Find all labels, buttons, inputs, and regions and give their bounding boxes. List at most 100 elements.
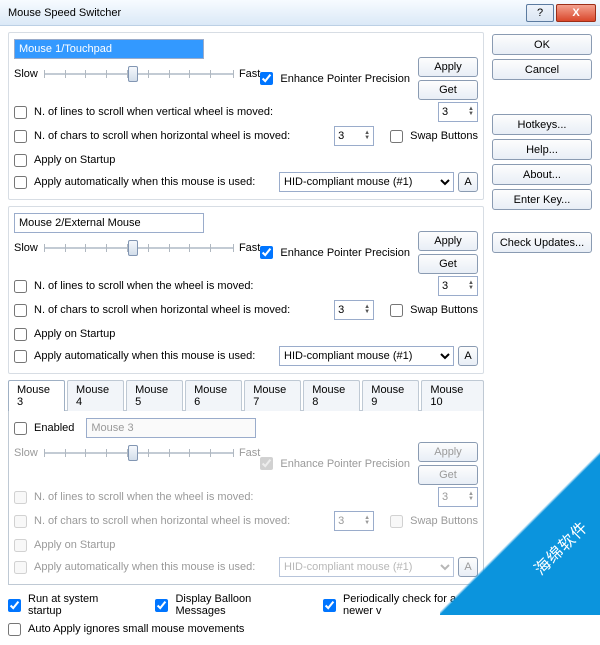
tab-enabled-label: Enabled xyxy=(34,422,74,434)
mouse1-speed-slider[interactable] xyxy=(44,66,233,82)
mouse1-name-input[interactable] xyxy=(14,39,204,59)
cancel-button[interactable]: Cancel xyxy=(492,59,592,80)
periodic-checkbox[interactable] xyxy=(323,599,336,612)
mouse2-name-input[interactable] xyxy=(14,213,204,233)
mouse1-lines-spin[interactable]: 3▲▼ xyxy=(438,102,478,122)
spinner-arrows-icon: ▲▼ xyxy=(468,281,474,291)
tab-name-input[interactable] xyxy=(86,418,256,438)
tab-startup-checkbox xyxy=(14,539,27,552)
tab-mouse5[interactable]: Mouse 5 xyxy=(126,380,183,411)
hotkeys-button[interactable]: Hotkeys... xyxy=(492,114,592,135)
balloon-label: Display Balloon Messages xyxy=(175,593,293,617)
window-title: Mouse Speed Switcher xyxy=(4,7,524,19)
fast-label: Fast xyxy=(239,447,260,459)
mouse2-chars-checkbox[interactable] xyxy=(14,304,27,317)
mouse1-enhance-checkbox[interactable] xyxy=(260,72,273,85)
slow-label: Slow xyxy=(14,447,38,459)
tab-swap-checkbox xyxy=(390,515,403,528)
tab-enabled-checkbox[interactable] xyxy=(14,422,27,435)
tab-mouse6[interactable]: Mouse 6 xyxy=(185,380,242,411)
autoignore-label: Auto Apply ignores small mouse movements xyxy=(28,623,244,635)
mouse1-enhance[interactable]: Enhance Pointer Precision xyxy=(260,69,410,89)
mouse2-a-button[interactable]: A xyxy=(458,346,478,366)
spinner-arrows-icon: ▲▼ xyxy=(364,131,370,141)
tab-mouse7[interactable]: Mouse 7 xyxy=(244,380,301,411)
mouse2-startup-checkbox[interactable] xyxy=(14,328,27,341)
footer-row1: Run at system startup Display Balloon Me… xyxy=(8,593,484,617)
spinner-arrows-icon: ▲▼ xyxy=(468,492,474,502)
tab-a-button: A xyxy=(458,557,478,577)
titlebar: Mouse Speed Switcher ? X xyxy=(0,0,600,26)
tab-panel: Enabled Slow Fast xyxy=(8,410,484,585)
tab-chars-checkbox xyxy=(14,515,27,528)
tab-mouse10[interactable]: Mouse 10 xyxy=(421,380,484,411)
mouse1-startup-checkbox[interactable] xyxy=(14,154,27,167)
mouse1-device-select[interactable]: HID-compliant mouse (#1) xyxy=(279,172,454,192)
mouse1-lines-checkbox[interactable] xyxy=(14,106,27,119)
tab-swap: Swap Buttons xyxy=(390,511,478,531)
autoignore-checkbox[interactable] xyxy=(8,623,21,636)
tab-lines-spin: 3▲▼ xyxy=(438,487,478,507)
help-button[interactable]: Help... xyxy=(492,139,592,160)
mouse1-lines-label: N. of lines to scroll when vertical whee… xyxy=(34,106,273,118)
enterkey-button[interactable]: Enter Key... xyxy=(492,189,592,210)
mouse2-speed-slider[interactable] xyxy=(44,240,233,256)
footer-row2: Auto Apply ignores small mouse movements xyxy=(8,619,484,639)
spinner-arrows-icon: ▲▼ xyxy=(364,516,370,526)
mouse2-auto-label: Apply automatically when this mouse is u… xyxy=(34,350,255,362)
mouse1-startup-label: Apply on Startup xyxy=(34,154,115,166)
spinner-arrows-icon: ▲▼ xyxy=(364,305,370,315)
help-button[interactable]: ? xyxy=(526,4,554,22)
tab-mouse4[interactable]: Mouse 4 xyxy=(67,380,124,411)
about-button[interactable]: About... xyxy=(492,164,592,185)
mouse2-chars-spin[interactable]: 3▲▼ xyxy=(334,300,374,320)
spinner-arrows-icon: ▲▼ xyxy=(468,107,474,117)
fast-label: Fast xyxy=(239,68,260,80)
mouse2-apply-button[interactable]: Apply xyxy=(418,231,478,251)
tab-apply-button: Apply xyxy=(418,442,478,462)
close-button[interactable]: X xyxy=(556,4,596,22)
mouse1-get-button[interactable]: Get xyxy=(418,80,478,100)
mouse2-enhance[interactable]: Enhance Pointer Precision xyxy=(260,243,410,263)
mouse1-chars-label: N. of chars to scroll when horizontal wh… xyxy=(34,130,290,142)
mouse1-swap-checkbox[interactable] xyxy=(390,130,403,143)
tab-speed-slider xyxy=(44,445,233,461)
tab-chars-spin: 3▲▼ xyxy=(334,511,374,531)
run-startup-checkbox[interactable] xyxy=(8,599,21,612)
mouse2-chars-label: N. of chars to scroll when horizontal wh… xyxy=(34,304,290,316)
tab-mouse9[interactable]: Mouse 9 xyxy=(362,380,419,411)
mouse1-chars-checkbox[interactable] xyxy=(14,130,27,143)
mouse1-swap[interactable]: Swap Buttons xyxy=(390,126,478,146)
checkupdates-button[interactable]: Check Updates... xyxy=(492,232,592,253)
mouse2-swap[interactable]: Swap Buttons xyxy=(390,300,478,320)
mouse2-swap-checkbox[interactable] xyxy=(390,304,403,317)
mouse2-lines-spin[interactable]: 3▲▼ xyxy=(438,276,478,296)
mouse2-lines-checkbox[interactable] xyxy=(14,280,27,293)
mouse1-a-button[interactable]: A xyxy=(458,172,478,192)
slow-label: Slow xyxy=(14,242,38,254)
mouse1-group: Slow Fast Enhance Pointer Precision Appl… xyxy=(8,32,484,200)
tab-get-button: Get xyxy=(418,465,478,485)
mouse1-auto-checkbox[interactable] xyxy=(14,176,27,189)
mouse1-apply-button[interactable]: Apply xyxy=(418,57,478,77)
close-icon: X xyxy=(572,7,579,19)
balloon-checkbox[interactable] xyxy=(155,599,168,612)
tab-mouse8[interactable]: Mouse 8 xyxy=(303,380,360,411)
run-startup-label: Run at system startup xyxy=(28,593,126,617)
tab-lines-checkbox xyxy=(14,491,27,504)
tab-lines-label: N. of lines to scroll when the wheel is … xyxy=(34,491,254,503)
tab-mouse3[interactable]: Mouse 3 xyxy=(8,380,65,411)
mouse2-get-button[interactable]: Get xyxy=(418,254,478,274)
tab-enhance-checkbox xyxy=(260,457,273,470)
periodic-label: Periodically check for a newer v xyxy=(343,593,484,617)
mouse2-device-select[interactable]: HID-compliant mouse (#1) xyxy=(279,346,454,366)
ok-button[interactable]: OK xyxy=(492,34,592,55)
mouse2-lines-label: N. of lines to scroll when the wheel is … xyxy=(34,280,254,292)
mouse1-chars-spin[interactable]: 3▲▼ xyxy=(334,126,374,146)
mouse2-auto-checkbox[interactable] xyxy=(14,350,27,363)
mouse-tabs: Mouse 3 Mouse 4 Mouse 5 Mouse 6 Mouse 7 … xyxy=(8,380,484,411)
mouse2-group: Slow Fast Enhance Pointer Precision Appl… xyxy=(8,206,484,374)
mouse1-auto-label: Apply automatically when this mouse is u… xyxy=(34,176,255,188)
mouse2-enhance-checkbox[interactable] xyxy=(260,246,273,259)
tab-auto-label: Apply automatically when this mouse is u… xyxy=(34,561,255,573)
